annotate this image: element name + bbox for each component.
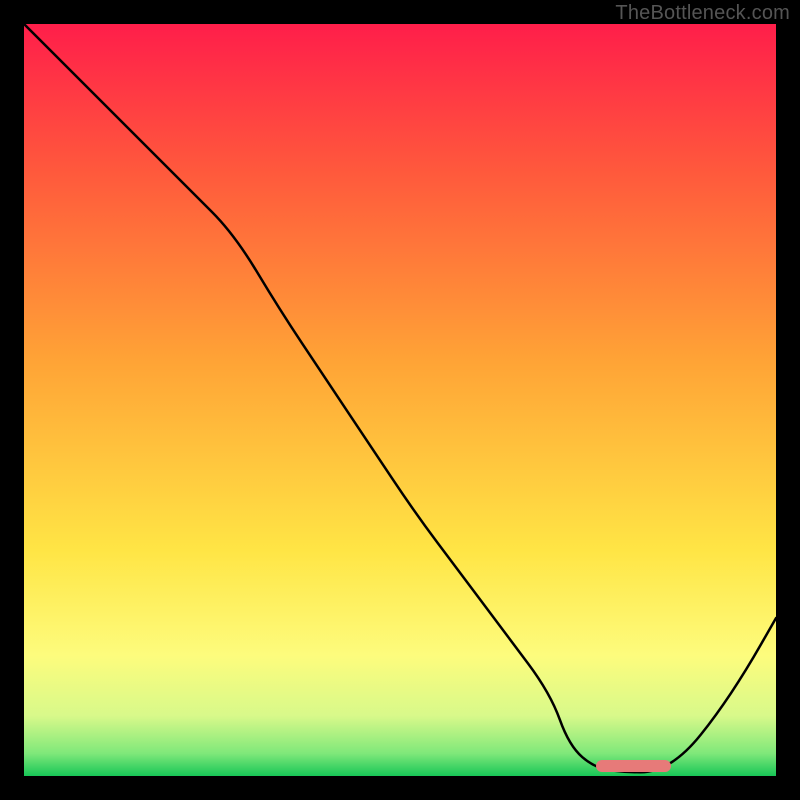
- watermark-text: TheBottleneck.com: [615, 2, 790, 25]
- plot-area: [24, 24, 776, 776]
- figure-frame: TheBottleneck.com: [0, 0, 800, 800]
- optimal-range-marker: [596, 760, 671, 772]
- chart-svg: [24, 24, 776, 776]
